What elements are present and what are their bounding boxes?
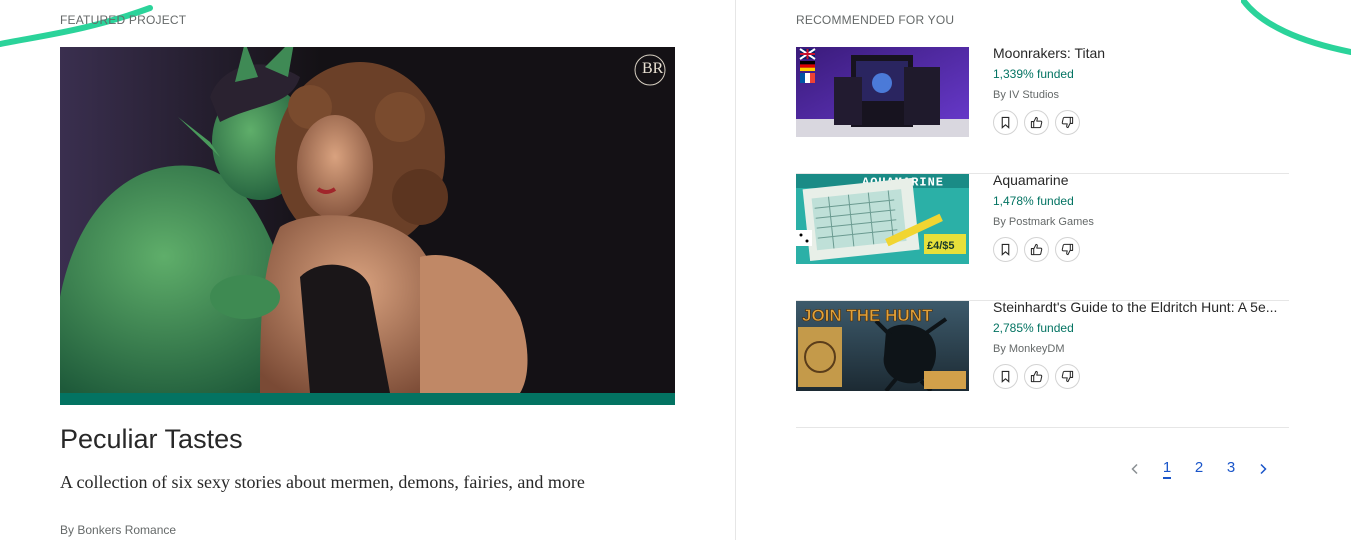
featured-funding-progress-fill (60, 393, 675, 405)
recommended-item-title[interactable]: Moonrakers: Titan (993, 44, 1289, 62)
aquamarine-thumbnail-art: AQUAMARINE £4/$5 (796, 174, 969, 264)
svg-text:JOIN THE HUNT: JOIN THE HUNT (802, 306, 933, 325)
column-divider (735, 0, 736, 540)
page-2-button[interactable]: 2 (1183, 458, 1215, 480)
uk-flag (799, 48, 816, 60)
dislike-button[interactable] (1055, 237, 1080, 262)
recommended-item-title[interactable]: Aquamarine (993, 171, 1289, 189)
featured-project: FEATURED PROJECT BR Peculiar Tastes A co… (60, 0, 675, 547)
recommended-item-title[interactable]: Steinhardt's Guide to the Eldritch Hunt:… (993, 298, 1289, 316)
thumbs-down-icon (1061, 243, 1074, 256)
recommended-section-label: RECOMMENDED FOR YOU (796, 13, 955, 27)
recommended-item: Moonrakers: Titan 1,339% funded By IV St… (796, 44, 1289, 174)
page-1-button[interactable]: 1 (1151, 458, 1183, 480)
save-button[interactable] (993, 364, 1018, 389)
featured-project-title[interactable]: Peculiar Tastes (60, 424, 243, 455)
recommended-item-thumbnail[interactable] (796, 47, 969, 137)
page-3-button[interactable]: 3 (1215, 458, 1247, 480)
recommended-item-creator[interactable]: By Postmark Games (993, 215, 1289, 229)
recommended-item-info: Moonrakers: Titan 1,339% funded By IV St… (993, 44, 1289, 135)
page-number-label: 1 (1162, 459, 1172, 479)
next-page-button[interactable] (1247, 458, 1279, 480)
featured-artwork (60, 47, 675, 393)
recommended-item-creator[interactable]: By IV Studios (993, 88, 1289, 102)
recommended-item-thumbnail[interactable]: JOIN THE HUNT (796, 301, 969, 391)
pagination: 1 2 3 (1119, 458, 1279, 480)
like-button[interactable] (1024, 237, 1049, 262)
svg-text:£4/$5: £4/$5 (927, 240, 955, 252)
recommended-item: AQUAMARINE £4/$5 Aquamarine 1,478% funde… (796, 171, 1289, 301)
thumbs-up-icon (1030, 116, 1043, 129)
join-the-hunt-thumbnail-art: JOIN THE HUNT (796, 301, 969, 391)
recommended-for-you: RECOMMENDED FOR YOU Moonrakers: Titan 1,… (796, 0, 1289, 547)
featured-section-label: FEATURED PROJECT (60, 13, 187, 27)
dislike-button[interactable] (1055, 364, 1080, 389)
recommended-item-thumbnail[interactable]: AQUAMARINE £4/$5 (796, 174, 969, 264)
chevron-left-icon (1131, 463, 1138, 475)
moonrakers-thumbnail-art (796, 47, 969, 137)
bookmark-icon (1001, 116, 1010, 129)
featured-project-image[interactable]: BR (60, 47, 675, 405)
featured-project-blurb: A collection of six sexy stories about m… (60, 472, 585, 492)
recommended-item-info: Aquamarine 1,478% funded By Postmark Gam… (993, 171, 1289, 262)
featured-funding-progress (60, 393, 675, 405)
thumbs-down-icon (1061, 370, 1074, 383)
recommended-item-funded: 2,785% funded (993, 321, 1074, 335)
thumbs-down-icon (1061, 116, 1074, 129)
save-button[interactable] (993, 237, 1018, 262)
recommended-item-funded: 1,339% funded (993, 67, 1074, 81)
chevron-right-icon (1260, 463, 1267, 475)
recommended-item-creator[interactable]: By MonkeyDM (993, 342, 1289, 356)
recommended-item-info: Steinhardt's Guide to the Eldritch Hunt:… (993, 298, 1289, 389)
previous-page-button[interactable] (1119, 458, 1151, 480)
dislike-button[interactable] (1055, 110, 1080, 135)
france-flag (800, 73, 815, 83)
germany-flag (800, 61, 815, 71)
thumbs-up-icon (1030, 243, 1043, 256)
recommended-item-actions (993, 237, 1289, 262)
featured-project-creator[interactable]: By Bonkers Romance (60, 523, 176, 537)
thumbs-up-icon (1030, 370, 1043, 383)
like-button[interactable] (1024, 364, 1049, 389)
page-number-label: 2 (1194, 459, 1204, 476)
page: FEATURED PROJECT BR Peculiar Tastes A co… (0, 0, 1351, 547)
bookmark-icon (1001, 370, 1010, 383)
recommended-item-actions (993, 364, 1289, 389)
recommended-item-actions (993, 110, 1289, 135)
svg-text:BR: BR (642, 60, 664, 77)
recommended-item-funded: 1,478% funded (993, 194, 1074, 208)
like-button[interactable] (1024, 110, 1049, 135)
save-button[interactable] (993, 110, 1018, 135)
bookmark-icon (1001, 243, 1010, 256)
brand-mark-logo: BR (634, 54, 666, 86)
recommended-item: JOIN THE HUNT Steinhardt's Guide to the … (796, 298, 1289, 428)
page-number-label: 3 (1226, 459, 1236, 476)
